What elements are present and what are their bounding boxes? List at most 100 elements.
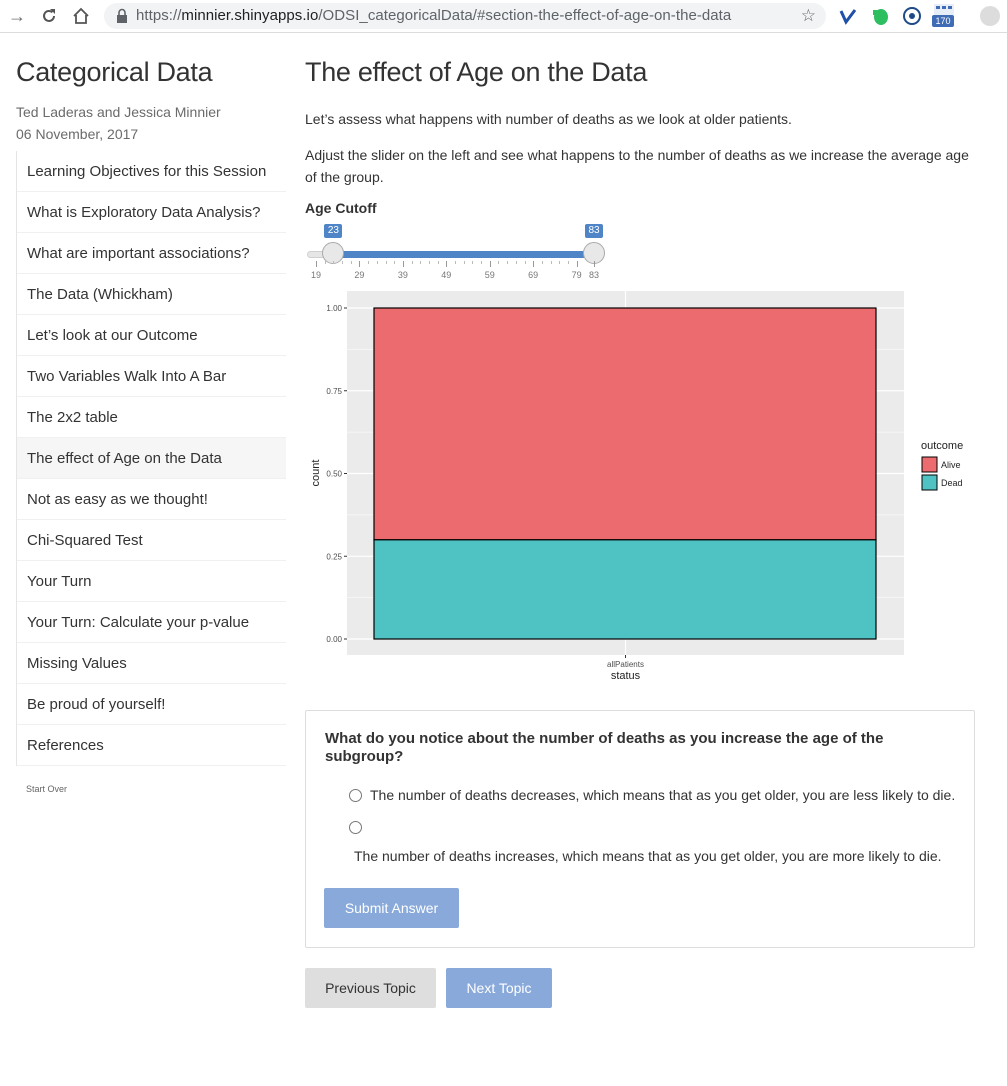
option2-label[interactable]: The number of deaths increases, which me…: [354, 848, 942, 864]
toc-item[interactable]: The 2x2 table: [17, 397, 286, 438]
toc-item[interactable]: References: [17, 725, 286, 766]
legend-key-dead: [921, 474, 938, 491]
slider-minor-tick: [394, 261, 396, 264]
toc-item[interactable]: The effect of Age on the Data: [17, 438, 286, 479]
toc-item[interactable]: What is Exploratory Data Analysis?: [17, 192, 286, 233]
y-tick-label: 0.50: [326, 470, 342, 479]
slider-minor-tick: [541, 261, 543, 264]
doc-authors: Ted Laderas and Jessica Minnier: [16, 104, 221, 120]
section-title: The effect of Age on the Data: [305, 57, 648, 87]
quiz-panel: What do you notice about the number of d…: [305, 710, 975, 948]
slider-tick-label: 83: [588, 270, 600, 280]
slider-minor-tick: [463, 261, 465, 264]
slider-major-tick: [316, 261, 317, 267]
doc-title: Categorical Data: [16, 57, 213, 87]
legend-label: Alive: [941, 460, 961, 470]
extension-badge: 170: [932, 15, 954, 27]
slider-minor-tick: [515, 261, 517, 264]
slider-label: Age Cutoff: [305, 200, 377, 216]
outcome-chart: 0.00 0.25 0.50 0.75 1.00 allPatients status cou…: [305, 284, 985, 694]
legend-key-alive: [921, 456, 938, 473]
x-tick-label: allPatients: [607, 660, 644, 669]
option2-radio[interactable]: [349, 821, 362, 834]
slider-minor-tick: [472, 261, 474, 264]
main-content: The effect of Age on the Data Let’s asse…: [305, 33, 985, 1008]
slider-minor-tick: [507, 261, 509, 264]
slider-tick-label: 39: [397, 270, 408, 280]
toc-item[interactable]: Two Variables Walk Into A Bar: [17, 356, 286, 397]
slider-major-tick: [359, 261, 361, 267]
bookmark-star-icon[interactable]: ☆: [801, 6, 816, 26]
slider-minor-tick: [559, 261, 561, 264]
slider-major-tick: [402, 261, 404, 267]
previous-topic-button[interactable]: Previous Topic: [305, 968, 436, 1008]
y-tick-label: 0.75: [326, 387, 342, 396]
y-tick-label: 0.00: [326, 635, 342, 644]
stacked-bar-chart: 0.00 0.25 0.50 0.75 1.00 allPatientsstatus cou…: [310, 291, 963, 682]
toc-item[interactable]: Chi-Squared Test: [17, 520, 286, 561]
slider-minor-tick: [481, 261, 483, 264]
bar-dead: [373, 539, 877, 640]
slider-minor-tick: [333, 261, 335, 264]
toc-item[interactable]: Not as easy as we thought!: [17, 479, 286, 520]
toc-item[interactable]: What are important associations?: [17, 233, 286, 274]
slider-major-tick: [576, 261, 578, 267]
submit-answer-button[interactable]: Submit Answer: [324, 888, 459, 928]
slider-tick-label: 19: [310, 270, 322, 280]
toc-item[interactable]: Be proud of yourself!: [17, 684, 286, 725]
x-axis-title: status: [611, 670, 641, 682]
slider-minor-tick: [437, 261, 439, 264]
toc-item[interactable]: Let’s look at our Outcome: [17, 315, 286, 356]
doc-date: 06 November, 2017: [16, 126, 139, 142]
slider-tick-label: 59: [484, 270, 495, 280]
address-bar[interactable]: https://minnier.shinyapps.io/ODSI_catego…: [104, 3, 826, 29]
next-topic-button[interactable]: Next Topic: [446, 968, 552, 1008]
toc-item[interactable]: Your Turn: [17, 561, 286, 602]
forward-icon[interactable]: →: [6, 5, 28, 27]
quiz-question: What do you notice about the number of d…: [325, 730, 884, 765]
sidebar: Categorical Data Ted Laderas and Jessica…: [16, 33, 286, 794]
slider-selected-range: [333, 251, 594, 258]
slider-minor-tick: [350, 261, 352, 264]
slider-minor-tick: [498, 261, 500, 264]
slider-minor-tick: [420, 261, 422, 264]
toc-item[interactable]: Your Turn: Calculate your p-value: [17, 602, 286, 643]
reload-icon[interactable]: [38, 5, 60, 27]
slider-major-tick: [489, 261, 491, 267]
slider-tick-label: 69: [528, 270, 539, 280]
home-icon[interactable]: [70, 5, 92, 27]
table-of-contents: Learning Objectives for this Session What…: [16, 151, 286, 766]
extension-grid-icon[interactable]: [934, 4, 954, 15]
bar-alive: [373, 307, 877, 541]
start-over-link[interactable]: Start Over: [16, 784, 286, 794]
toc-item[interactable]: The Data (Whickham): [17, 274, 286, 315]
slider-minor-tick: [376, 261, 378, 264]
age-cutoff-slider[interactable]: 23 83 19 29 39 49 59 69 79 83: [305, 224, 605, 284]
slider-tick-label: 79: [571, 270, 582, 280]
browser-toolbar: → https://minnier.shinyapps.io/ODSI_cate…: [0, 0, 1007, 33]
toc-item[interactable]: Learning Objectives for this Session: [17, 151, 286, 192]
option1-radio[interactable]: [349, 789, 362, 802]
intro-paragraph: Let’s assess what happens with number of…: [305, 111, 792, 127]
toc-item[interactable]: Missing Values: [17, 643, 286, 684]
legend-title: outcome: [921, 440, 963, 452]
y-tick-label: 1.00: [326, 304, 342, 313]
slider-high-value: 83: [585, 224, 603, 238]
url-text: https://minnier.shinyapps.io/ODSI_catego…: [136, 7, 732, 24]
instruction-paragraph: Adjust the slider on the left and see wh…: [305, 147, 969, 185]
slider-major-tick: [533, 261, 535, 267]
evernote-extension-icon[interactable]: [870, 6, 890, 26]
y-axis-title: count: [310, 460, 322, 487]
slider-minor-tick: [385, 261, 387, 264]
password-manager-icon[interactable]: [902, 6, 922, 26]
slider-minor-tick: [342, 261, 344, 264]
slider-minor-tick: [455, 261, 456, 264]
lock-icon: [117, 8, 127, 23]
slider-tick-label: 29: [354, 270, 365, 280]
slider-minor-tick: [368, 261, 370, 264]
option1-label[interactable]: The number of deaths decreases, which me…: [370, 787, 955, 803]
vimeo-extension-icon[interactable]: [838, 6, 858, 26]
profile-avatar[interactable]: [980, 6, 1000, 26]
slider-minor-tick: [411, 261, 413, 264]
slider-minor-tick: [428, 261, 430, 264]
